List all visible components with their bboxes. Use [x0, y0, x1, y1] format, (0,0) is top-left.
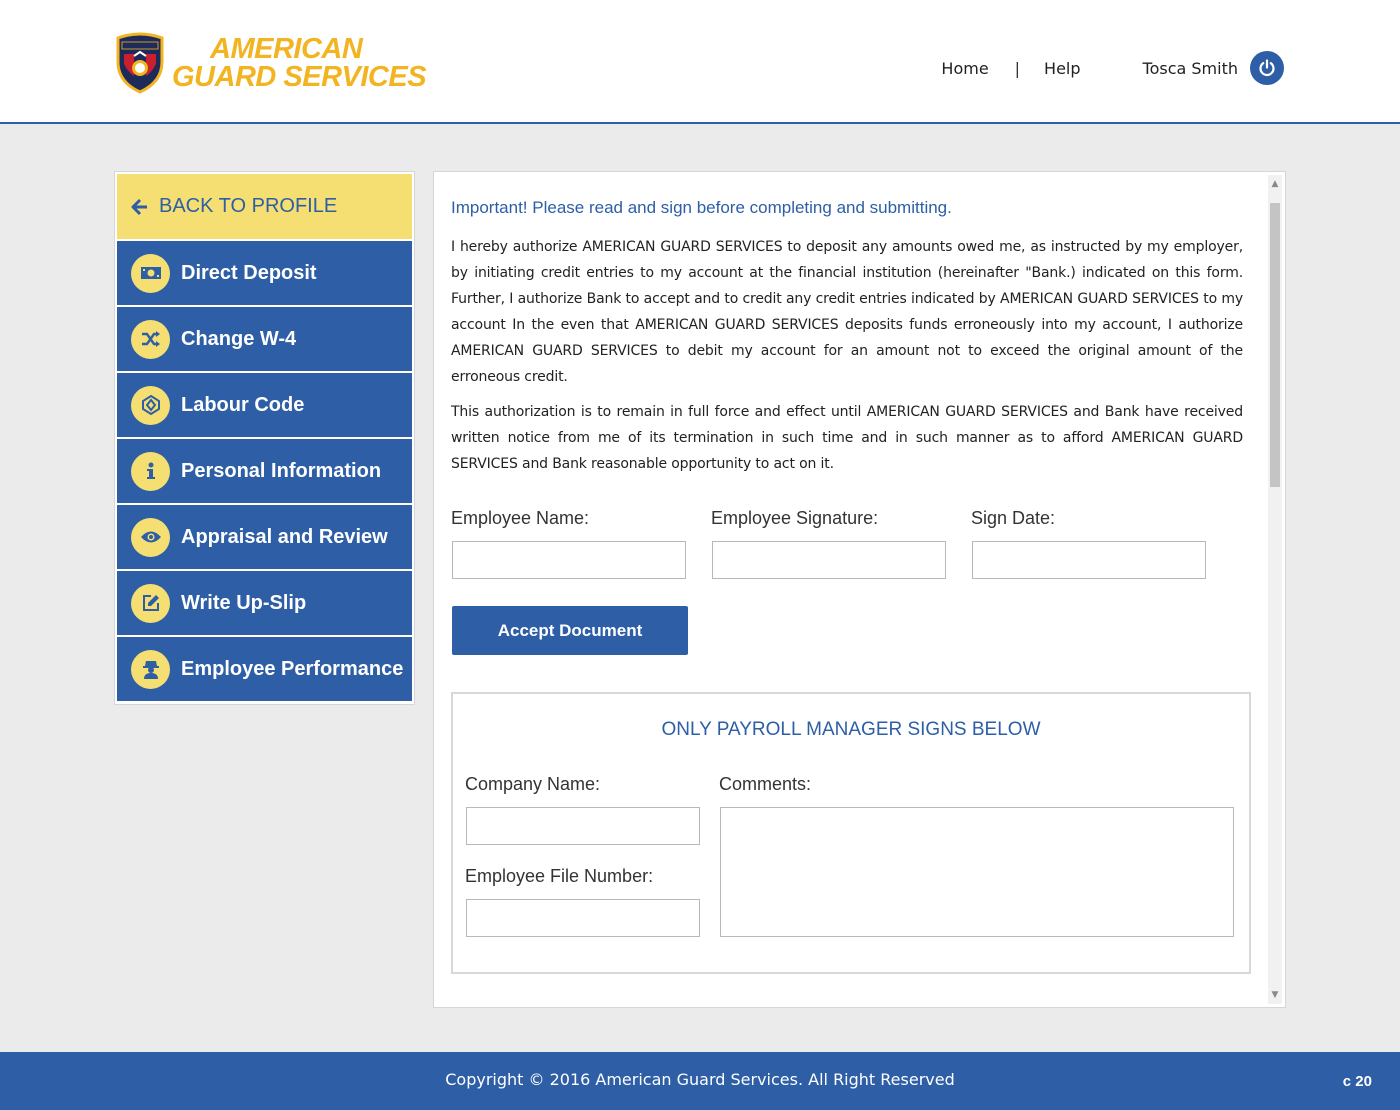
footer: Copyright © 2016 American Guard Services…	[0, 1052, 1400, 1110]
sidebar-item-label: Employee Performance	[181, 657, 404, 680]
sidebar-item-labour-code[interactable]: Labour Code	[117, 373, 412, 437]
eye-icon	[131, 517, 170, 557]
user-secret-icon	[131, 649, 170, 689]
scrollbar-thumb[interactable]	[1270, 203, 1280, 487]
logout-button[interactable]	[1250, 51, 1284, 85]
sidebar-item-write-up-slip[interactable]: Write Up-Slip	[117, 571, 412, 635]
sidebar-item-label: Direct Deposit	[181, 261, 317, 284]
edit-icon	[131, 583, 170, 623]
authorization-paragraph-1: I hereby authorize AMERICAN GUARD SERVIC…	[451, 239, 1243, 385]
authorization-paragraph-2: This authorization is to remain in full …	[451, 404, 1243, 472]
payroll-manager-section: ONLY PAYROLL MANAGER SIGNS BELOW Company…	[451, 692, 1251, 974]
sidebar-item-label: Change W-4	[181, 327, 297, 350]
brand-line-1: AMERICAN	[210, 33, 363, 65]
employee-signature-input[interactable]	[712, 541, 946, 579]
brand-logo[interactable]: AMERICAN GUARD SERVICES	[114, 32, 427, 94]
employee-name-label: Employee Name:	[451, 508, 590, 528]
cube-icon	[131, 385, 170, 425]
shuffle-icon	[131, 319, 170, 359]
sidebar-item-label: Personal Information	[181, 459, 382, 482]
scroll-down-arrow-icon[interactable]: ▼	[1268, 988, 1282, 1002]
employee-name-input[interactable]	[452, 541, 686, 579]
footer-code: c 20	[1342, 1073, 1372, 1090]
important-notice: Important! Please read and sign before c…	[451, 198, 952, 217]
sidebar-item-label: Labour Code	[181, 393, 305, 416]
sign-date-input[interactable]	[972, 541, 1206, 579]
sidebar-item-label: Appraisal and Review	[181, 525, 388, 548]
brand-name: AMERICAN GUARD SERVICES	[172, 33, 427, 93]
company-name-input[interactable]	[466, 807, 700, 845]
comments-label: Comments:	[719, 774, 812, 794]
back-to-profile-button[interactable]: BACK TO PROFILE	[117, 174, 412, 239]
header: AMERICAN GUARD SERVICES Home | Help Tosc…	[0, 0, 1400, 124]
sign-date-label: Sign Date:	[971, 508, 1056, 528]
sidebar-item-direct-deposit[interactable]: Direct Deposit	[117, 241, 412, 305]
sidebar-item-personal-information[interactable]: Personal Information	[117, 439, 412, 503]
sidebar: BACK TO PROFILE Direct Deposit Change W-…	[114, 171, 415, 705]
money-icon	[131, 253, 170, 293]
scrollbar[interactable]: ▲ ▼	[1268, 175, 1282, 1004]
copyright-text: Copyright © 2016 American Guard Services…	[445, 1070, 955, 1089]
sidebar-item-label: Write Up-Slip	[181, 591, 307, 614]
brand-line-2: GUARD SERVICES	[172, 61, 427, 93]
nav-home-link[interactable]: Home	[941, 59, 988, 78]
power-icon	[1259, 59, 1275, 77]
back-label: BACK TO PROFILE	[159, 195, 338, 217]
employee-file-number-label: Employee File Number:	[465, 866, 654, 886]
arrow-left-icon	[131, 198, 149, 216]
shield-logo-icon	[116, 32, 164, 94]
nav-separator: |	[1014, 58, 1021, 78]
user-name[interactable]: Tosca Smith	[1143, 59, 1238, 78]
document-panel: ▲ ▼ Important! Please read and sign befo…	[433, 171, 1286, 1008]
company-name-label: Company Name:	[465, 774, 601, 794]
top-nav: Home | Help Tosca Smith	[941, 50, 1284, 86]
sidebar-item-employee-performance[interactable]: Employee Performance	[117, 637, 412, 701]
accept-document-button[interactable]: Accept Document	[452, 606, 688, 655]
employee-file-number-input[interactable]	[466, 899, 700, 937]
nav-help-link[interactable]: Help	[1044, 59, 1080, 78]
sidebar-item-change-w4[interactable]: Change W-4	[117, 307, 412, 371]
scroll-up-arrow-icon[interactable]: ▲	[1268, 177, 1282, 191]
info-icon	[131, 451, 170, 491]
sidebar-item-appraisal-review[interactable]: Appraisal and Review	[117, 505, 412, 569]
payroll-section-title: ONLY PAYROLL MANAGER SIGNS BELOW	[661, 719, 1041, 740]
employee-signature-label: Employee Signature:	[711, 508, 879, 528]
comments-textarea[interactable]	[720, 807, 1234, 937]
